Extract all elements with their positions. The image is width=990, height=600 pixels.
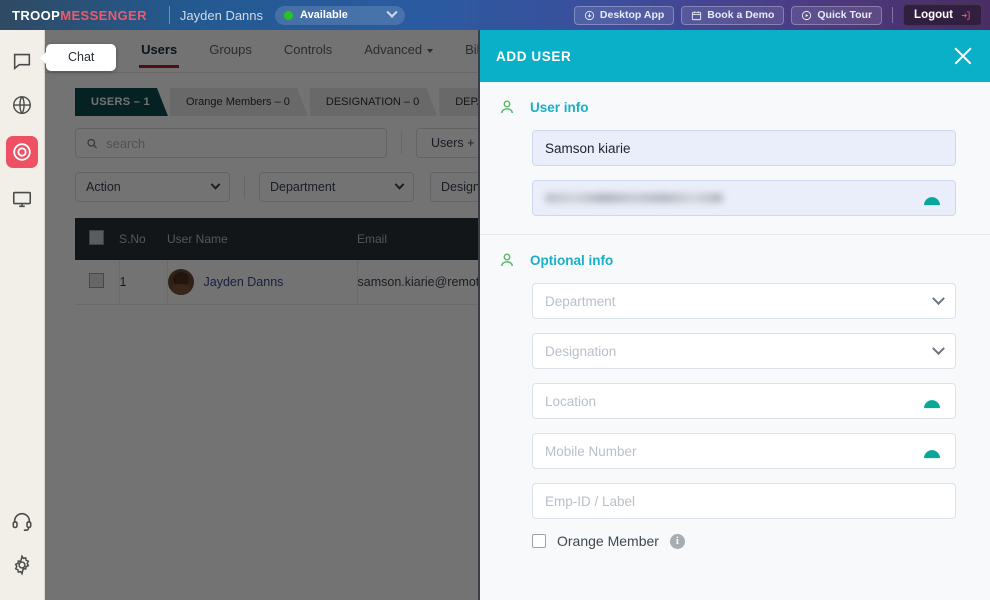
brand-messenger: MESSENGER bbox=[60, 7, 147, 23]
rail-item-chat[interactable] bbox=[9, 48, 35, 74]
desktop-app-label: Desktop App bbox=[599, 9, 665, 21]
orange-member-label: Orange Member bbox=[557, 533, 659, 549]
status-dot-icon bbox=[284, 10, 294, 20]
logout-label: Logout bbox=[914, 9, 953, 21]
optional-info-section: Optional info Department Designation Loc… bbox=[480, 235, 990, 567]
desktop-app-button[interactable]: Desktop App bbox=[573, 5, 675, 25]
orange-member-checkbox[interactable] bbox=[532, 534, 546, 548]
left-rail bbox=[0, 30, 45, 600]
arch-caret-icon bbox=[924, 197, 940, 206]
department-placeholder: Department bbox=[545, 293, 616, 309]
optional-info-header: Optional info bbox=[498, 251, 956, 269]
info-icon[interactable]: i bbox=[669, 533, 685, 549]
user-info-title: User info bbox=[530, 99, 589, 115]
department-field[interactable]: Department bbox=[532, 283, 956, 319]
monitor-icon bbox=[12, 191, 32, 208]
arch-caret-icon bbox=[924, 450, 940, 459]
emp-id-field[interactable]: Emp-ID / Label bbox=[532, 483, 956, 519]
orange-member-row: Orange Member i bbox=[532, 533, 956, 549]
status-label: Available bbox=[300, 9, 348, 21]
top-bar-actions: Desktop App Book a Demo Quick Tour Logou… bbox=[573, 4, 990, 26]
rail-item-globe[interactable] bbox=[9, 92, 35, 118]
quick-tour-label: Quick Tour bbox=[817, 9, 873, 21]
add-user-modal-header: ADD USER bbox=[480, 30, 990, 82]
person-icon bbox=[501, 253, 513, 267]
target-circle-icon bbox=[13, 143, 31, 161]
brand-troop: TROOP bbox=[12, 7, 61, 23]
headset-icon bbox=[12, 512, 32, 531]
chevron-down-icon bbox=[932, 291, 945, 305]
close-icon[interactable] bbox=[952, 45, 974, 67]
book-a-demo-label: Book a Demo bbox=[707, 9, 775, 21]
top-bar: TROOP MESSENGER Jayden Danns Available De… bbox=[0, 0, 990, 30]
app-root: TROOP MESSENGER Jayden Danns Available De… bbox=[0, 0, 990, 600]
rail-item-screen[interactable] bbox=[9, 186, 35, 212]
chevron-down-icon bbox=[932, 341, 945, 355]
chat-tooltip-label: Chat bbox=[68, 50, 95, 64]
location-field[interactable]: Location bbox=[532, 383, 956, 419]
add-user-modal: ADD USER User info Samson kiarie Optiona… bbox=[478, 30, 990, 600]
status-selector[interactable]: Available bbox=[275, 5, 406, 25]
brand-logo[interactable]: TROOP MESSENGER bbox=[0, 0, 159, 30]
rail-item-support[interactable] bbox=[9, 508, 35, 534]
chat-tooltip: Chat bbox=[39, 44, 117, 71]
calendar-icon bbox=[692, 10, 702, 20]
emp-id-placeholder: Emp-ID / Label bbox=[545, 493, 636, 509]
full-name-field[interactable]: Samson kiarie bbox=[532, 130, 956, 166]
brand-divider bbox=[168, 6, 170, 24]
gear-icon bbox=[14, 554, 30, 576]
arch-caret-icon bbox=[924, 400, 940, 409]
email-field[interactable] bbox=[532, 180, 956, 216]
add-user-modal-title: ADD USER bbox=[496, 48, 572, 64]
user-info-section: User info Samson kiarie bbox=[480, 82, 990, 235]
designation-placeholder: Designation bbox=[545, 343, 617, 359]
top-actions-divider bbox=[892, 7, 894, 23]
logout-icon bbox=[961, 10, 970, 20]
user-info-header: User info bbox=[498, 98, 956, 116]
mobile-number-field[interactable]: Mobile Number bbox=[532, 433, 956, 469]
book-a-demo-button[interactable]: Book a Demo bbox=[681, 5, 785, 25]
download-circle-icon bbox=[584, 10, 594, 20]
email-value-masked bbox=[545, 193, 723, 203]
chat-bubble-icon bbox=[13, 53, 31, 70]
globe-icon bbox=[13, 96, 31, 114]
rail-item-admin[interactable] bbox=[6, 136, 38, 168]
location-placeholder: Location bbox=[545, 393, 597, 409]
designation-field[interactable]: Designation bbox=[532, 333, 956, 369]
current-user-name: Jayden Danns bbox=[179, 7, 264, 23]
person-icon bbox=[501, 100, 513, 114]
add-user-modal-body: User info Samson kiarie Optional info De… bbox=[480, 82, 990, 600]
optional-info-title: Optional info bbox=[530, 252, 614, 268]
rail-item-settings[interactable] bbox=[9, 552, 35, 578]
mobile-number-placeholder: Mobile Number bbox=[545, 443, 637, 459]
chevron-down-icon bbox=[386, 6, 398, 18]
play-circle-icon bbox=[802, 10, 812, 20]
logout-button[interactable]: Logout bbox=[903, 4, 982, 26]
full-name-value: Samson kiarie bbox=[545, 140, 631, 156]
quick-tour-button[interactable]: Quick Tour bbox=[791, 5, 883, 25]
